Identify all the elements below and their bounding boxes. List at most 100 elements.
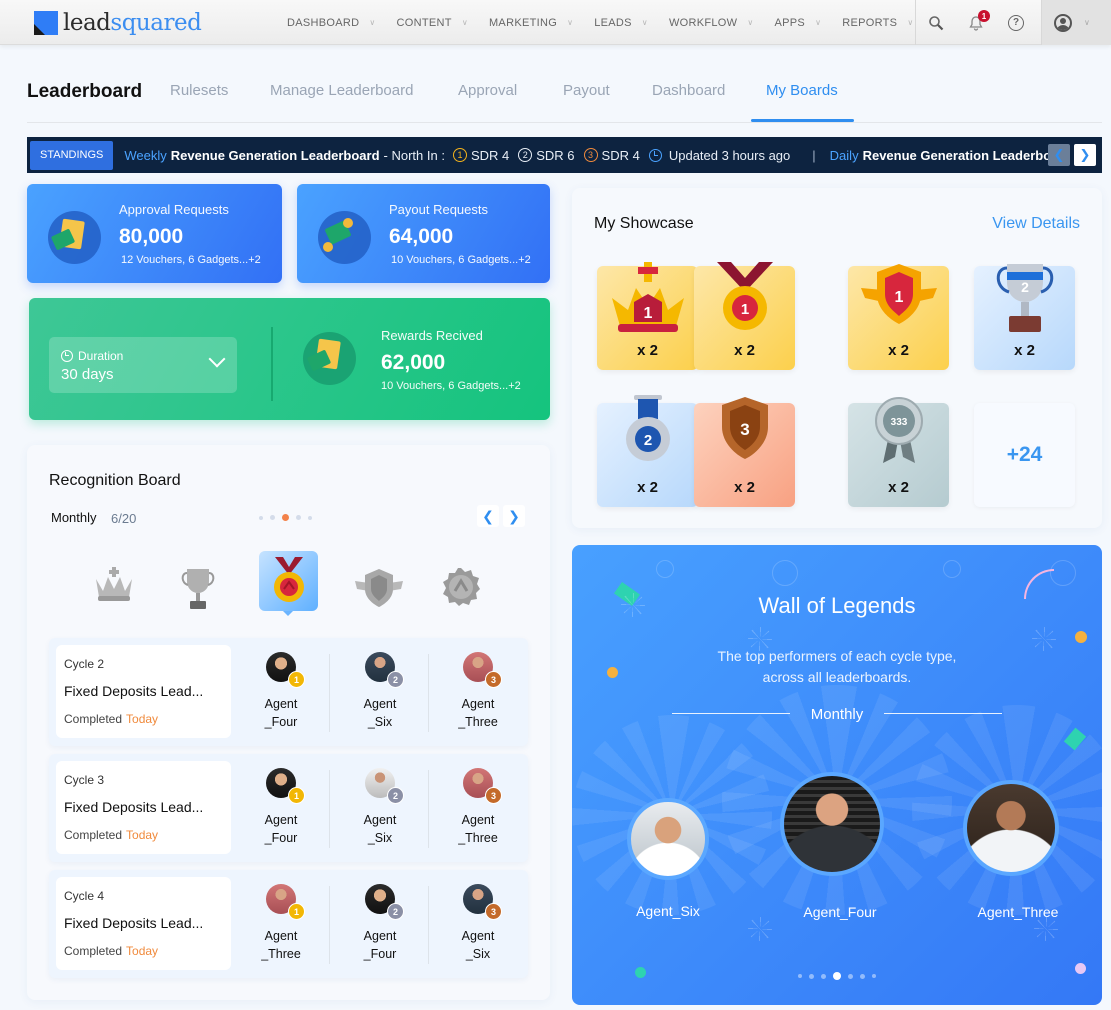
- tab-my-boards[interactable]: My Boards: [766, 82, 838, 99]
- showcase-tile[interactable]: 2 x 2: [597, 395, 698, 507]
- standings-item[interactable]: Weekly Revenue Generation Leaderboard - …: [124, 148, 1067, 163]
- showcase-more-tile[interactable]: +24: [974, 403, 1075, 507]
- avatar: 3: [463, 884, 502, 920]
- standings-nav: ❮ ❯: [1048, 144, 1096, 166]
- active-tab-indicator: [751, 119, 854, 122]
- standings-next-button[interactable]: ❯: [1074, 144, 1096, 166]
- showcase-tile[interactable]: 1 x 2: [848, 264, 949, 370]
- menu-apps[interactable]: APPS ∨: [775, 17, 822, 29]
- chevron-down-icon: ∨: [747, 18, 754, 27]
- agent-entry[interactable]: 2 Agent _Four: [330, 884, 430, 963]
- standings-board-title: Revenue Generation Leaderboar: [862, 147, 1064, 163]
- menu-leads[interactable]: LEADS ∨: [594, 17, 648, 29]
- agent-name-line: Agent: [461, 929, 495, 943]
- carousel-dot[interactable]: [809, 973, 814, 979]
- notification-count-badge: 1: [978, 10, 990, 22]
- menu-dashboard[interactable]: DASHBOARD ∨: [287, 17, 376, 29]
- carousel-dot[interactable]: [848, 973, 853, 979]
- card-label: Payout Requests: [389, 202, 489, 217]
- svg-text:3: 3: [740, 420, 749, 439]
- legend-avatar[interactable]: [963, 780, 1059, 876]
- agent-entry[interactable]: 1 Agent _Four: [231, 768, 331, 847]
- cycle-card[interactable]: Cycle 2 Fixed Deposits Lead... Completed…: [49, 638, 528, 746]
- trophy-badge-icon[interactable]: [179, 567, 217, 616]
- carousel-dot[interactable]: [872, 974, 876, 978]
- agent-name: Agent _Six: [428, 927, 528, 963]
- tile-count: x 2: [888, 479, 909, 496]
- recognition-prev-button[interactable]: ❮: [477, 505, 499, 527]
- tab-rulesets[interactable]: Rulesets: [170, 82, 228, 99]
- agent-entry[interactable]: 1 Agent _Three: [231, 884, 331, 963]
- cycle-info: Cycle 2 Fixed Deposits Lead... Completed…: [56, 645, 231, 738]
- duration-label: Duration: [78, 349, 124, 363]
- menu-workflow[interactable]: WORKFLOW ∨: [669, 17, 754, 29]
- showcase-tile[interactable]: 3 x 2: [694, 397, 795, 507]
- leadsquared-logo[interactable]: leadsquared: [34, 10, 202, 36]
- agent-name: Agent _Six: [330, 811, 430, 847]
- legend-avatar[interactable]: [627, 798, 709, 880]
- logo-mark-icon: [34, 11, 58, 35]
- svg-text:333: 333: [890, 417, 907, 428]
- view-details-link[interactable]: View Details: [992, 215, 1080, 233]
- cycle-card[interactable]: Cycle 3 Fixed Deposits Lead... Completed…: [49, 754, 528, 862]
- help-button[interactable]: ?: [996, 0, 1036, 45]
- carousel-dot[interactable]: [270, 515, 275, 520]
- agent-entry[interactable]: 2 Agent _Six: [330, 652, 430, 731]
- showcase-tile[interactable]: 2 x 2: [974, 264, 1075, 370]
- avatar: 2: [365, 884, 404, 920]
- agent-entry[interactable]: 3 Agent _Three: [428, 652, 528, 731]
- showcase-tile[interactable]: 1 x 2: [694, 262, 795, 370]
- showcase-tile[interactable]: 1 x 2: [597, 262, 698, 370]
- showcase-tile[interactable]: 333 x 2: [848, 397, 949, 507]
- search-button[interactable]: [916, 0, 956, 45]
- nav-icons: 1 ? ∨: [915, 0, 1111, 45]
- carousel-dot[interactable]: [296, 515, 301, 520]
- tab-approval[interactable]: Approval: [458, 82, 517, 99]
- cycle-status: Completed Today: [64, 828, 158, 842]
- status-when: Today: [126, 944, 159, 958]
- recognition-next-button[interactable]: ❯: [503, 505, 525, 527]
- tab-dashboard[interactable]: Dashboard: [652, 82, 725, 99]
- carousel-dot[interactable]: [860, 973, 865, 979]
- winged-shield-badge-icon[interactable]: [353, 567, 405, 614]
- standings-prev-button[interactable]: ❮: [1048, 144, 1070, 166]
- payout-requests-card[interactable]: Payout Requests 64,000 10 Vouchers, 6 Ga…: [297, 184, 550, 283]
- carousel-dot[interactable]: [821, 973, 826, 979]
- user-menu-button[interactable]: ∨: [1041, 0, 1111, 45]
- menu-marketing[interactable]: MARKETING ∨: [489, 17, 573, 29]
- agent-name-line: _Six: [367, 831, 393, 845]
- cycle-card[interactable]: Cycle 4 Fixed Deposits Lead... Completed…: [49, 870, 528, 978]
- sparkle: [1034, 917, 1058, 941]
- agent-entry[interactable]: 3 Agent _Six: [428, 884, 528, 963]
- rosette-badge-icon[interactable]: [441, 567, 481, 612]
- agent-entry[interactable]: 2 Agent _Six: [330, 768, 430, 847]
- menu-reports[interactable]: REPORTS ∨: [842, 17, 913, 29]
- approval-requests-card[interactable]: Approval Requests 80,000 12 Vouchers, 6 …: [27, 184, 282, 283]
- carousel-dot[interactable]: [798, 974, 802, 978]
- cycle-name: Cycle 2: [64, 657, 105, 671]
- carousel-dot-active[interactable]: [282, 514, 289, 521]
- rank-badge: 2: [387, 671, 404, 688]
- notifications-button[interactable]: 1: [956, 0, 996, 45]
- main-menu: DASHBOARD ∨ CONTENT ∨ MARKETING ∨ LEADS ∨ WO…: [287, 0, 934, 45]
- rank-badge: 3: [485, 787, 502, 804]
- chevron-down-icon: ∨: [907, 18, 914, 27]
- rosette-icon: 333: [874, 397, 923, 463]
- duration-dropdown[interactable]: Duration 30 days: [49, 337, 237, 393]
- carousel-dot[interactable]: [308, 515, 312, 520]
- agent-entry[interactable]: 1 Agent _Four: [231, 652, 331, 731]
- duration-value: 30 days: [61, 366, 114, 383]
- tab-manage-leaderboard[interactable]: Manage Leaderboard: [270, 82, 413, 99]
- menu-content[interactable]: CONTENT ∨: [397, 17, 468, 29]
- agent-name-line: _Six: [367, 715, 393, 729]
- crown-badge-icon[interactable]: [93, 567, 135, 608]
- recognition-count: 6/20: [111, 511, 137, 526]
- selected-badge[interactable]: [259, 551, 318, 616]
- cycle-status: Completed Today: [64, 944, 158, 958]
- agent-entry[interactable]: 3 Agent _Three: [428, 768, 528, 847]
- legend-avatar[interactable]: [780, 772, 884, 876]
- carousel-dot-active[interactable]: [833, 972, 841, 980]
- carousel-dot[interactable]: [259, 515, 263, 520]
- agent-name-line: _Four: [264, 831, 298, 845]
- tab-payout[interactable]: Payout: [563, 82, 610, 99]
